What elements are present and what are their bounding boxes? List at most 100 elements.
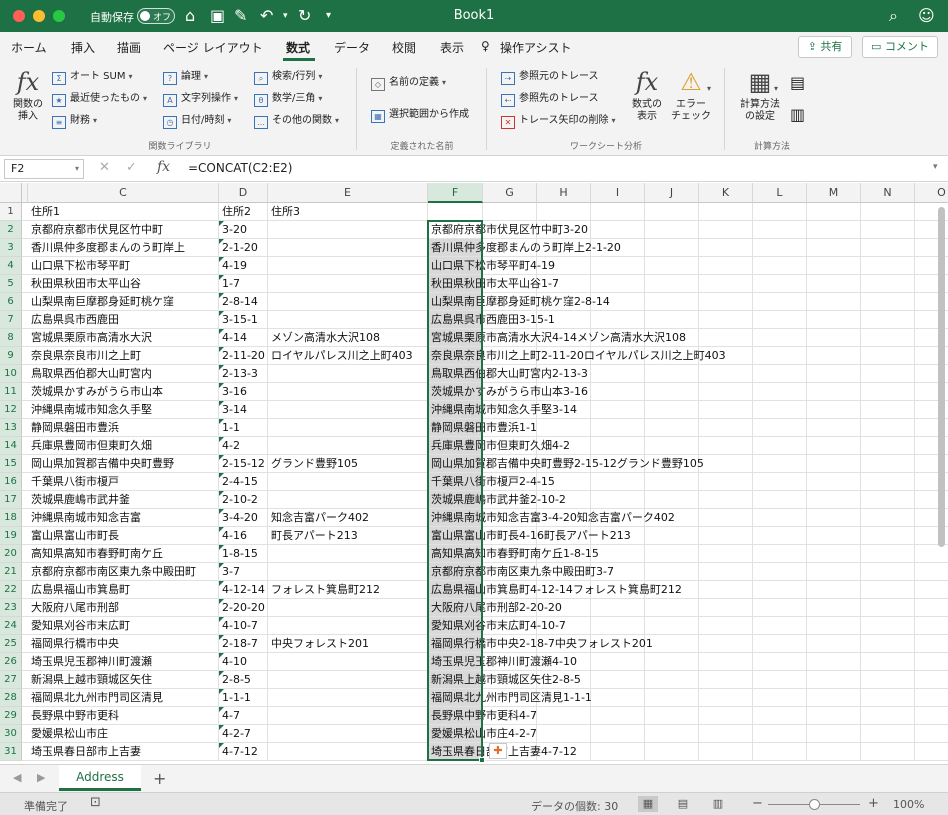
row-header[interactable]: 7	[0, 311, 22, 329]
tab-formulas[interactable]: 数式	[286, 39, 310, 56]
column-header-k[interactable]: K	[699, 183, 753, 203]
cell-c[interactable]: 長野県中野市更科	[28, 707, 119, 725]
cell-c[interactable]: 千葉県八街市榎戸	[28, 473, 119, 491]
edit-icon[interactable]: ✎	[234, 6, 247, 26]
row-header[interactable]: 20	[0, 545, 22, 563]
cell-c[interactable]: 香川県仲多度郡まんのう町岸上	[28, 239, 185, 257]
row-header[interactable]: 28	[0, 689, 22, 707]
cell-c[interactable]: 福岡県行橋市中央	[28, 635, 119, 653]
row-header[interactable]: 3	[0, 239, 22, 257]
cell-c[interactable]: 広島県呉市西鹿田	[28, 311, 119, 329]
logical-button[interactable]: ? 論理 ▾	[163, 68, 208, 86]
row-header[interactable]: 26	[0, 653, 22, 671]
home-icon[interactable]: ⌂	[185, 6, 195, 26]
cell-c[interactable]: 埼玉県春日部市上吉妻	[28, 743, 141, 761]
insert-function-icon[interactable]: fx	[157, 159, 170, 175]
cancel-icon[interactable]: ✕	[99, 160, 110, 175]
cell-c[interactable]: 秋田県秋田市太平山谷	[28, 275, 141, 293]
column-header-o[interactable]: O	[915, 183, 948, 203]
tab-insert[interactable]: 挿入	[71, 39, 95, 56]
column-header-j[interactable]: J	[645, 183, 699, 203]
cell-e[interactable]: メゾン高清水大沢108	[268, 329, 380, 347]
row-header[interactable]: 17	[0, 491, 22, 509]
column-header-g[interactable]: G	[483, 183, 537, 203]
row-header[interactable]: 15	[0, 455, 22, 473]
formula-input[interactable]: =CONCAT(C2:E2)	[188, 161, 292, 175]
row-header[interactable]: 27	[0, 671, 22, 689]
column-header-i[interactable]: I	[591, 183, 645, 203]
chevron-down-icon[interactable]: ▾	[771, 80, 778, 98]
show-formulas-button[interactable]: fx 数式の 表示	[627, 68, 667, 123]
cell-d[interactable]: 2-20-20	[219, 599, 265, 617]
column-header-c[interactable]: C	[28, 183, 219, 203]
share-button[interactable]: ⇪ 共有	[798, 36, 852, 58]
cell-c[interactable]: 沖縄県南城市知念久手堅	[28, 401, 152, 419]
cell-c[interactable]: 大阪府八尾市刑部	[28, 599, 119, 617]
worksheet-grid[interactable]: C D E F G H I J K L M N O 1 2 3 4 5 6 7 8 9 10 11 12 13 14 15 16 17 18…	[0, 183, 948, 764]
cell-d[interactable]: 1-8-15	[219, 545, 258, 563]
cell-c[interactable]: 鳥取県西伯郡大山町宮内	[28, 365, 152, 383]
column-header-e[interactable]: E	[268, 183, 428, 203]
autosum-button[interactable]: Σ オート SUM ▾	[52, 68, 133, 86]
row-header[interactable]: 8	[0, 329, 22, 347]
header-cell-d1[interactable]: 住所2	[219, 203, 251, 221]
normal-view-button[interactable]: ▦	[638, 796, 658, 812]
row-header[interactable]: 18	[0, 509, 22, 527]
cell-e[interactable]: グランド豊野105	[268, 455, 358, 473]
row-header[interactable]: 22	[0, 581, 22, 599]
row-header[interactable]: 10	[0, 365, 22, 383]
cell-d[interactable]: 2-15-12	[219, 455, 265, 473]
more-functions-button[interactable]: … その他の関数 ▾	[254, 112, 339, 130]
autosave-toggle[interactable]: オフ	[137, 8, 175, 24]
undo-chevron-icon[interactable]: ▾	[283, 6, 288, 26]
maximize-window-button[interactable]	[53, 10, 65, 22]
expand-formula-bar-icon[interactable]: ▾	[933, 162, 938, 172]
save-icon[interactable]: ▣	[210, 6, 225, 26]
vertical-scrollbar[interactable]	[938, 207, 945, 547]
row-header[interactable]: 30	[0, 725, 22, 743]
previous-sheet-icon[interactable]: ◀	[13, 771, 21, 784]
row-header[interactable]: 29	[0, 707, 22, 725]
cell-c[interactable]: 京都府京都市南区東九条中殿田町	[28, 563, 196, 581]
financial-button[interactable]: ≡ 財務 ▾	[52, 112, 97, 130]
minimize-window-button[interactable]	[33, 10, 45, 22]
column-header-d[interactable]: D	[219, 183, 268, 203]
cell-c[interactable]: 埼玉県児玉郡神川町渡瀬	[28, 653, 152, 671]
add-sheet-button[interactable]: +	[153, 769, 166, 788]
cell-d[interactable]: 2-4-15	[219, 473, 258, 491]
accessibility-icon[interactable]: ⊡	[90, 795, 101, 810]
math-trig-button[interactable]: θ 数学/三角 ▾	[254, 90, 322, 108]
customize-toolbar-icon[interactable]: ▾	[326, 6, 331, 26]
cell-c[interactable]: 岡山県加賀郡吉備中央町豊野	[28, 455, 174, 473]
row-header[interactable]: 16	[0, 473, 22, 491]
cell-c[interactable]: 愛知県刈谷市末広町	[28, 617, 130, 635]
calculate-sheet-icon[interactable]: ▥	[790, 106, 805, 124]
cell-d[interactable]: 2-13-3	[219, 365, 258, 383]
lookup-button[interactable]: ⌕ 検索/行列 ▾	[254, 68, 322, 86]
row-header[interactable]: 12	[0, 401, 22, 419]
recently-used-button[interactable]: ★ 最近使ったもの ▾	[52, 90, 147, 108]
enter-icon[interactable]: ✓	[126, 160, 137, 175]
cell-c[interactable]: 兵庫県豊岡市但東町久畑	[28, 437, 152, 455]
cell-c[interactable]: 宮城県栗原市高清水大沢	[28, 329, 152, 347]
cell-c[interactable]: 山梨県南巨摩郡身延町桃ケ窪	[28, 293, 174, 311]
redo-icon[interactable]: ↻	[298, 6, 311, 26]
header-cell-c1[interactable]: 住所1	[28, 203, 60, 221]
cell-d[interactable]: 2-18-7	[219, 635, 258, 653]
row-header[interactable]: 13	[0, 419, 22, 437]
cell-c[interactable]: 山口県下松市琴平町	[28, 257, 130, 275]
cell-e[interactable]: ロイヤルパレス川之上町403	[268, 347, 413, 365]
column-header-m[interactable]: M	[807, 183, 861, 203]
row-header[interactable]: 9	[0, 347, 22, 365]
calculate-now-icon[interactable]: ▤	[790, 74, 805, 92]
cell-d[interactable]: 4-12-14	[219, 581, 265, 599]
row-header[interactable]: 21	[0, 563, 22, 581]
create-from-selection-button[interactable]: ▦ 選択範囲から作成	[371, 106, 469, 124]
column-header-f[interactable]: F	[428, 183, 483, 203]
row-header[interactable]: 23	[0, 599, 22, 617]
cell-c[interactable]: 愛媛県松山市庄	[28, 725, 108, 743]
zoom-slider-knob[interactable]	[809, 799, 820, 810]
row-header[interactable]: 24	[0, 617, 22, 635]
tab-data[interactable]: データ	[334, 39, 370, 56]
cell-d[interactable]: 4-7-12	[219, 743, 258, 761]
